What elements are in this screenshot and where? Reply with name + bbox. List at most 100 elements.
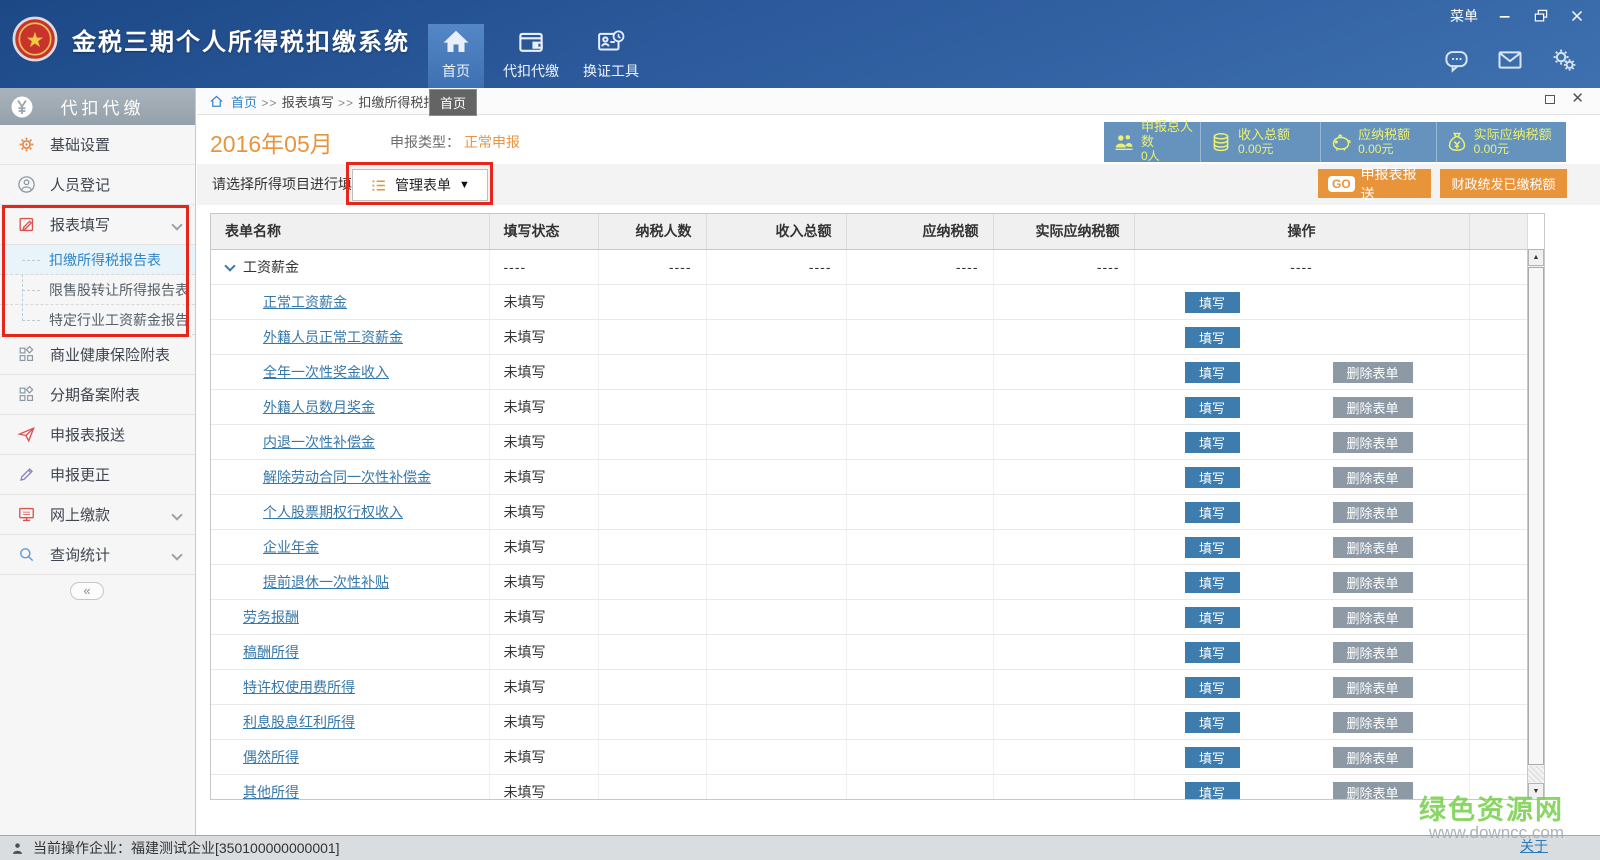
sidebar-item-查询统计[interactable]: 查询统计 [0, 535, 195, 575]
delete-form-button[interactable]: 删除表单 [1333, 747, 1413, 768]
form-link[interactable]: 个人股票期权行权收入 [263, 504, 403, 520]
actual-tax-cell [993, 634, 1134, 669]
chat-icon[interactable] [1443, 47, 1470, 74]
sidebar-collapse-button[interactable]: « [70, 582, 104, 600]
fill-button[interactable]: 填写 [1185, 502, 1240, 523]
table-scrollbar[interactable]: ▲ ▼ [1527, 249, 1544, 800]
group-cell: ---- [846, 249, 993, 284]
scrollbar-thumb[interactable] [1528, 267, 1544, 765]
delete-form-button[interactable]: 删除表单 [1333, 572, 1413, 593]
fill-button[interactable]: 填写 [1185, 747, 1240, 768]
scroll-up-icon[interactable]: ▲ [1528, 249, 1544, 266]
delete-form-button[interactable]: 删除表单 [1333, 712, 1413, 733]
forms-table: 表单名称填写状态纳税人数收入总额应纳税额实际应纳税额操作工资薪金 ---- --… [211, 214, 1528, 800]
form-link[interactable]: 企业年金 [263, 539, 319, 555]
breadcrumb-link-报表填写[interactable]: 报表填写 [282, 95, 334, 110]
fill-button[interactable]: 填写 [1185, 642, 1240, 663]
tab-换证工具[interactable]: 换证工具 [578, 24, 644, 88]
income-total-cell [706, 459, 846, 494]
form-link[interactable]: 其他所得 [243, 784, 299, 800]
close-icon[interactable] [1568, 7, 1586, 25]
form-link[interactable]: 解除劳动合同一次性补偿金 [263, 469, 431, 485]
fill-button[interactable]: 填写 [1185, 712, 1240, 733]
sidebar-item-申报表报送[interactable]: 申报表报送 [0, 415, 195, 455]
delete-form-button[interactable]: 删除表单 [1333, 502, 1413, 523]
mail-icon[interactable] [1496, 46, 1524, 74]
restore-icon[interactable] [1532, 7, 1550, 25]
sidebar-item-网上缴款[interactable]: 网上缴款 [0, 495, 195, 535]
sidebar-subitem-扣缴所得税报告表[interactable]: 扣缴所得税报告表 [0, 245, 195, 275]
fill-button[interactable]: 填写 [1185, 432, 1240, 453]
sidebar-item-申报更正[interactable]: 申报更正 [0, 455, 195, 495]
breadcrumb-link-首页[interactable]: 首页 [231, 95, 257, 110]
form-link[interactable]: 特许权使用费所得 [243, 679, 355, 695]
panel-close-icon[interactable]: ✕ [1571, 93, 1584, 105]
fill-status-cell: 未填写 [489, 739, 598, 774]
tab-代扣代缴[interactable]: 代扣代缴 [498, 24, 564, 88]
sidebar-item-基础设置[interactable]: 基础设置 [0, 125, 195, 165]
group-label[interactable]: 工资薪金 [211, 249, 489, 284]
fiscal-paid-tax-button[interactable]: 财政统发已缴税额 [1440, 169, 1567, 198]
scrollbar-track[interactable] [1528, 766, 1544, 782]
about-link[interactable]: 关于 [1520, 836, 1548, 856]
delete-form-button[interactable]: 删除表单 [1333, 537, 1413, 558]
form-link[interactable]: 提前退休一次性补贴 [263, 574, 389, 590]
fill-button[interactable]: 填写 [1185, 292, 1240, 313]
submit-report-button[interactable]: GO 申报表报送 [1318, 169, 1431, 198]
minimize-icon[interactable] [1496, 7, 1514, 25]
delete-form-button[interactable]: 删除表单 [1333, 607, 1413, 628]
taxpayer-count-cell [598, 669, 706, 704]
card-clock-icon [596, 24, 626, 60]
column-header-blank [1469, 214, 1527, 249]
fill-button[interactable]: 填写 [1185, 782, 1240, 801]
form-link[interactable]: 稿酬所得 [243, 644, 299, 660]
blank-cell [1469, 319, 1527, 354]
form-link[interactable]: 外籍人员正常工资薪金 [263, 329, 403, 345]
sidebar-item-label: 报表填写 [50, 214, 110, 235]
delete-form-button[interactable]: 删除表单 [1333, 467, 1413, 488]
fill-status-cell: 未填写 [489, 284, 598, 319]
breadcrumb-items: 首页 >> 报表填写 >> 扣缴所得税报告表 [231, 92, 462, 111]
fill-button[interactable]: 填写 [1185, 677, 1240, 698]
form-link[interactable]: 外籍人员数月奖金 [263, 399, 375, 415]
manage-forms-button[interactable]: 管理表单 ▼ [352, 169, 488, 201]
delete-form-button[interactable]: 删除表单 [1333, 677, 1413, 698]
panel-maximize-icon[interactable] [1545, 95, 1555, 104]
fill-status-cell: 未填写 [489, 354, 598, 389]
fill-button[interactable]: 填写 [1185, 572, 1240, 593]
fill-status-cell: 未填写 [489, 634, 598, 669]
sidebar-item-分期备案附表[interactable]: 分期备案附表 [0, 375, 195, 415]
sidebar-item-人员登记[interactable]: 人员登记 [0, 165, 195, 205]
form-link[interactable]: 内退一次性补偿金 [263, 434, 375, 450]
settings-gears-icon[interactable] [1550, 46, 1578, 74]
sidebar-subitem-限售股转让所得报告表[interactable]: 限售股转让所得报告表 [0, 275, 195, 305]
delete-form-button[interactable]: 删除表单 [1333, 397, 1413, 418]
fill-button[interactable]: 填写 [1185, 607, 1240, 628]
fill-button[interactable]: 填写 [1185, 327, 1240, 348]
fill-button[interactable]: 填写 [1185, 467, 1240, 488]
fill-button[interactable]: 填写 [1185, 397, 1240, 418]
window-menu-button[interactable]: 菜单 [1450, 6, 1478, 26]
delete-form-button[interactable]: 删除表单 [1333, 362, 1413, 383]
blank-cell [1469, 669, 1527, 704]
sidebar-item-商业健康保险附表[interactable]: 商业健康保险附表 [0, 335, 195, 375]
delete-form-button[interactable]: 删除表单 [1333, 782, 1413, 801]
form-link[interactable]: 偶然所得 [243, 749, 299, 765]
sidebar-subitem-特定行业工资薪金报告表[interactable]: 特定行业工资薪金报告表 [0, 305, 195, 335]
delete-form-button[interactable]: 删除表单 [1333, 432, 1413, 453]
income-total-cell [706, 774, 846, 800]
people-icon [1112, 130, 1136, 154]
report-type-value: 正常申报 [464, 134, 520, 150]
scroll-down-icon[interactable]: ▼ [1528, 783, 1544, 800]
form-link[interactable]: 全年一次性奖金收入 [263, 364, 389, 380]
form-link[interactable]: 正常工资薪金 [263, 294, 347, 310]
form-link[interactable]: 利息股息红利所得 [243, 714, 355, 730]
paper-plane-icon [17, 425, 36, 444]
fill-button[interactable]: 填写 [1185, 537, 1240, 558]
fill-button[interactable]: 填写 [1185, 362, 1240, 383]
actual-tax-cell [993, 424, 1134, 459]
delete-form-button[interactable]: 删除表单 [1333, 642, 1413, 663]
form-link[interactable]: 劳务报酬 [243, 609, 299, 625]
sidebar-item-报表填写[interactable]: 报表填写 [0, 205, 195, 245]
tab-首页[interactable]: 首页 [428, 24, 484, 88]
